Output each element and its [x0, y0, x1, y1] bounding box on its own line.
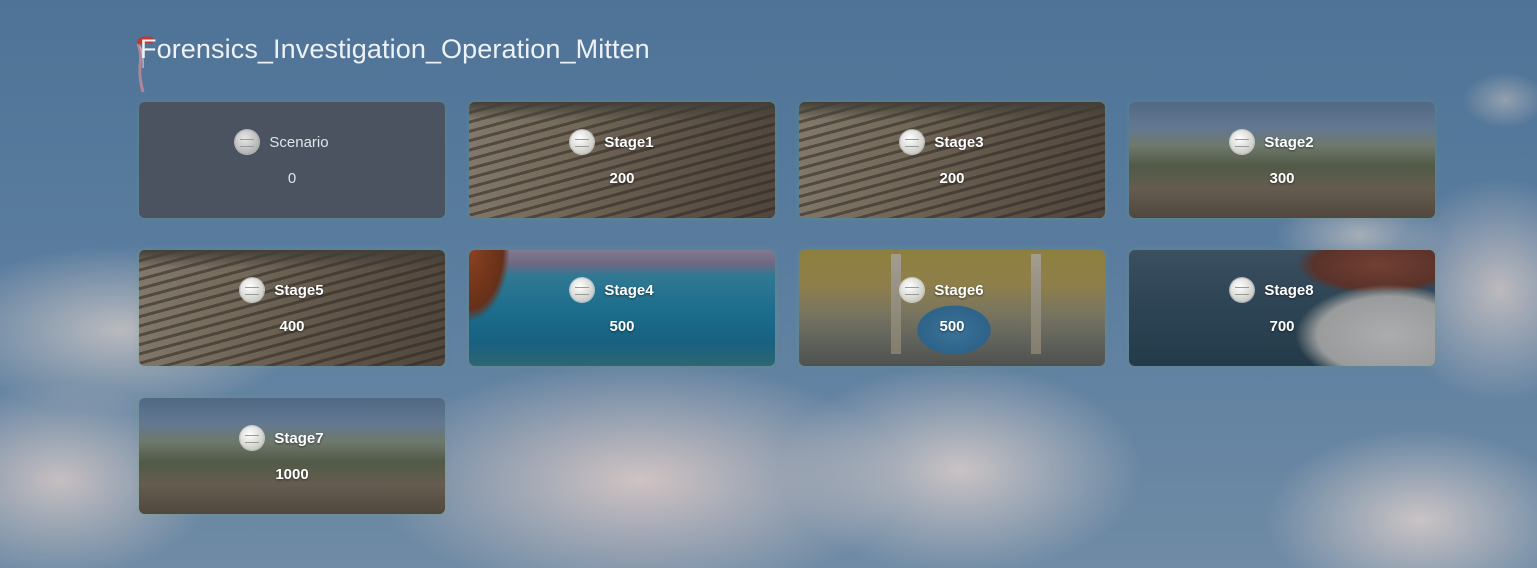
card-points: 500 — [609, 318, 635, 335]
card-name: Stage2 — [1264, 133, 1314, 151]
card-name: Scenario — [269, 133, 329, 151]
card-points: 700 — [1269, 318, 1295, 335]
card-points: 500 — [939, 318, 965, 335]
card-stage3[interactable]: Stage3 200 — [799, 102, 1105, 218]
coin-badge-icon — [900, 130, 925, 154]
card-name: Stage7 — [274, 429, 324, 447]
card-stage8[interactable]: Stage8 700 — [1129, 250, 1435, 366]
coin-badge-icon — [235, 130, 260, 154]
coin-badge-icon — [570, 278, 595, 302]
card-name: Stage4 — [604, 281, 654, 299]
card-name: Stage8 — [1264, 281, 1314, 299]
challenge-grid: Scenario 0 Stage1 200 Stage3 200 Stage2 … — [139, 102, 1435, 514]
coin-badge-icon — [1230, 278, 1255, 302]
card-points: 1000 — [275, 466, 309, 483]
card-name: Stage6 — [934, 281, 984, 299]
card-points: 0 — [287, 170, 297, 187]
card-stage7[interactable]: Stage7 1000 — [139, 398, 445, 514]
card-name: Stage1 — [604, 133, 654, 151]
card-points: 200 — [609, 170, 635, 187]
card-name: Stage3 — [934, 133, 984, 151]
card-points: 300 — [1269, 170, 1295, 187]
card-points: 200 — [939, 170, 965, 187]
card-scenario[interactable]: Scenario 0 — [139, 102, 445, 218]
card-stage2[interactable]: Stage2 300 — [1129, 102, 1435, 218]
coin-badge-icon — [900, 278, 925, 302]
coin-badge-icon — [570, 130, 595, 154]
card-stage4[interactable]: Stage4 500 — [469, 250, 775, 366]
coin-badge-icon — [240, 278, 265, 302]
card-name: Stage5 — [274, 281, 324, 299]
coin-badge-icon — [1230, 130, 1255, 154]
page-title: Forensics_Investigation_Operation_Mitten — [140, 34, 650, 64]
card-stage6[interactable]: Stage6 500 — [799, 250, 1105, 366]
card-stage5[interactable]: Stage5 400 — [139, 250, 445, 366]
card-points: 400 — [279, 318, 305, 335]
coin-badge-icon — [240, 426, 265, 450]
card-stage1[interactable]: Stage1 200 — [469, 102, 775, 218]
